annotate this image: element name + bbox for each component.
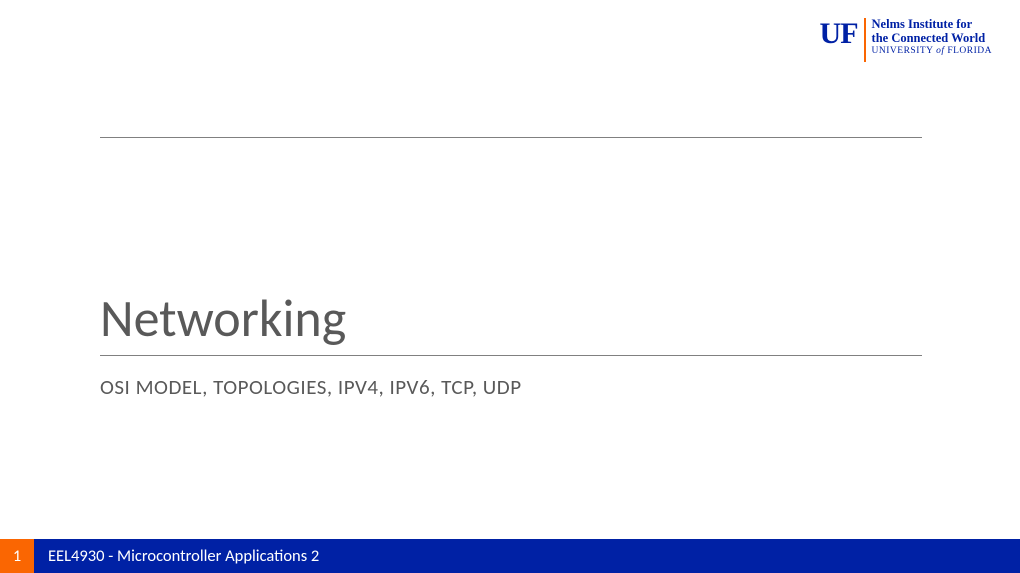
institution-logo: UF Nelms Institute for the Connected Wor… <box>820 18 992 62</box>
footer-bar: 1 EEL4930 - Microcontroller Applications… <box>0 539 1020 573</box>
title-underline-rule <box>100 355 922 356</box>
course-label: EEL4930 - Microcontroller Applications 2 <box>48 546 319 566</box>
page-number: 1 <box>0 539 34 573</box>
logo-university: UNIVERSITY of FLORIDA <box>872 47 992 57</box>
slide-title: Networking <box>100 286 346 350</box>
slide-subtitle: OSI MODEL, TOPOLOGIES, IPV4, IPV6, TCP, … <box>100 374 522 400</box>
logo-institute-line1: Nelms Institute for <box>872 18 992 31</box>
top-horizontal-rule <box>100 137 922 138</box>
logo-divider <box>864 18 866 62</box>
logo-text-block: Nelms Institute for the Connected World … <box>872 18 992 57</box>
uf-mark: UF <box>820 18 858 49</box>
logo-institute-line2: the Connected World <box>872 32 992 45</box>
